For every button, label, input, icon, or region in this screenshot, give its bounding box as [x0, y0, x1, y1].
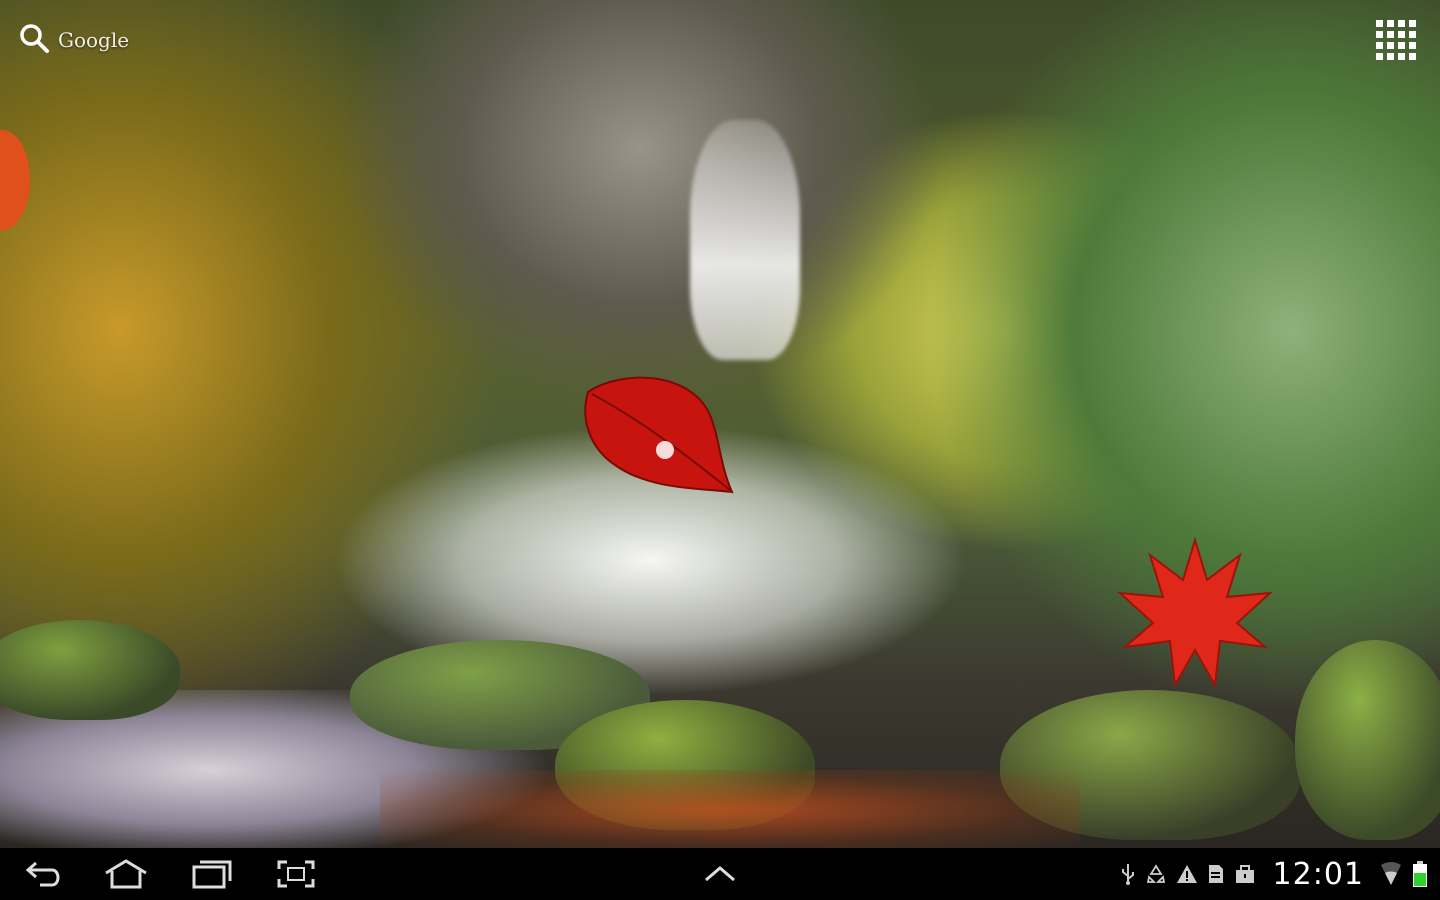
screenshot-icon [277, 860, 315, 888]
clock: 12:01 [1272, 856, 1364, 892]
back-icon [25, 861, 60, 887]
usb-icon [1120, 862, 1136, 886]
mossy-rock [1295, 640, 1440, 840]
wifi-icon [1379, 861, 1403, 887]
fallen-leaves [380, 770, 1080, 848]
home-icon [105, 859, 147, 889]
app-switcher-chevron[interactable] [692, 856, 748, 892]
red-leaf-icon [584, 376, 734, 494]
warning-icon [1176, 863, 1198, 885]
status-area[interactable]: 12:01 [1120, 848, 1428, 900]
system-bar: 12:01 [0, 848, 1440, 900]
mossy-rock [0, 620, 180, 720]
battery-icon [1412, 860, 1428, 888]
sd-card-icon [1207, 863, 1225, 885]
orange-leaf-icon [0, 130, 30, 230]
briefcase-icon [1234, 863, 1256, 885]
all-apps-grid-icon [1376, 20, 1416, 60]
recycle-icon [1145, 863, 1167, 885]
google-search-bar[interactable]: Google [18, 22, 129, 58]
waterfall [690, 120, 800, 360]
recent-apps-icon [192, 860, 232, 889]
chevron-up-icon [705, 866, 735, 882]
all-apps-button[interactable] [1372, 16, 1420, 64]
home-button[interactable] [98, 856, 154, 892]
maple-leaf-icon [1117, 536, 1273, 689]
live-wallpaper [0, 0, 1440, 848]
search-label: Google [58, 28, 130, 52]
search-icon [18, 22, 50, 58]
screenshot-button[interactable] [268, 856, 324, 892]
back-button[interactable] [16, 856, 72, 892]
recent-apps-button[interactable] [184, 856, 240, 892]
